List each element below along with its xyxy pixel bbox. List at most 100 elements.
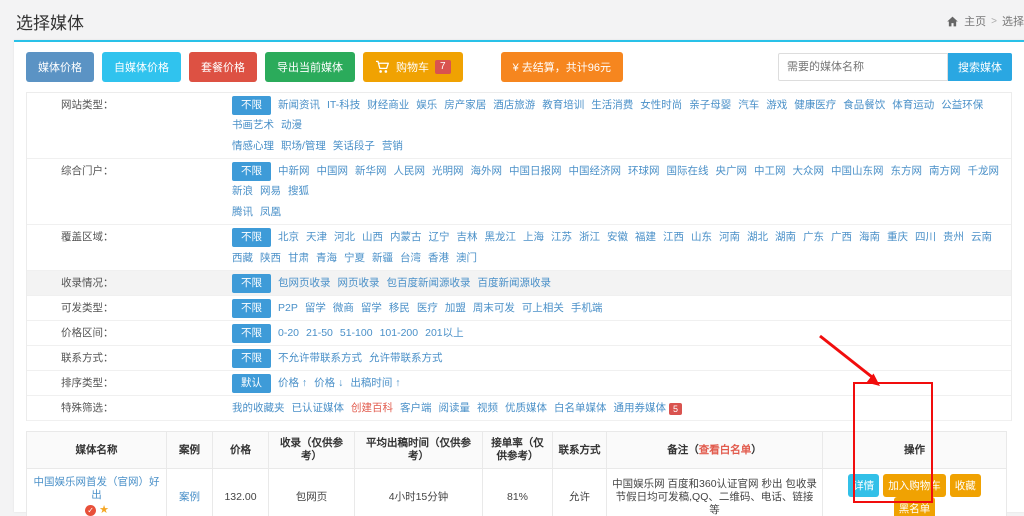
filter-option[interactable]: 上海 — [523, 228, 544, 247]
filter-option[interactable]: 房产家居 — [444, 96, 486, 115]
self-media-price-button[interactable]: 自媒体价格 — [102, 52, 181, 82]
filter-option[interactable]: 西藏 — [232, 249, 253, 268]
filter-option[interactable]: 四川 — [915, 228, 936, 247]
filter-option[interactable]: 宁夏 — [344, 249, 365, 268]
filter-option[interactable]: 包网页收录 — [278, 274, 331, 293]
filter-option[interactable]: 南方网 — [929, 162, 961, 181]
filter-option[interactable]: 价格 ↑ — [278, 374, 307, 393]
filter-option[interactable]: 云南 — [971, 228, 992, 247]
filter-option[interactable]: 河南 — [719, 228, 740, 247]
filter-chip-selected[interactable]: 不限 — [232, 299, 271, 318]
filter-option[interactable]: 健康医疗 — [794, 96, 836, 115]
filter-option[interactable]: 手机端 — [571, 299, 603, 318]
filter-option[interactable]: 湖南 — [775, 228, 796, 247]
filter-option[interactable]: 香港 — [428, 249, 449, 268]
breadcrumb-home[interactable]: 主页 — [964, 13, 986, 29]
filter-option[interactable]: 价格 ↓ — [314, 374, 343, 393]
filter-option[interactable]: 加盟 — [445, 299, 466, 318]
filter-option[interactable]: 营销 — [382, 137, 403, 156]
filter-option[interactable]: 出稿时间 ↑ — [350, 374, 400, 393]
media-price-button[interactable]: 媒体价格 — [26, 52, 94, 82]
filter-option[interactable]: 中工网 — [754, 162, 786, 181]
filter-option[interactable]: 中新网 — [278, 162, 310, 181]
filter-option[interactable]: 视频 — [477, 399, 498, 418]
cart-button[interactable]: 购物车7 — [363, 52, 463, 82]
filter-chip-selected[interactable]: 不限 — [232, 324, 271, 343]
filter-option[interactable]: 人民网 — [394, 162, 426, 181]
filter-option[interactable]: 重庆 — [887, 228, 908, 247]
filter-chip-selected[interactable]: 不限 — [232, 349, 271, 368]
filter-option[interactable]: 搜狐 — [288, 182, 309, 201]
filter-option[interactable]: 职场/管理 — [281, 137, 326, 156]
filter-option[interactable]: 安徽 — [607, 228, 628, 247]
filter-option[interactable]: 中国网 — [317, 162, 349, 181]
filter-option[interactable]: 腾讯 — [232, 203, 253, 222]
checkout-button[interactable]: ¥ 去结算，共计96元 — [501, 52, 623, 82]
filter-option[interactable]: 创建百科 — [351, 399, 393, 418]
filter-option[interactable]: 汽车 — [738, 96, 759, 115]
filter-chip-selected[interactable]: 不限 — [232, 228, 271, 247]
filter-option[interactable]: 阅读量 — [439, 399, 471, 418]
filter-option[interactable]: 公益环保 — [941, 96, 983, 115]
filter-option[interactable]: 客户端 — [400, 399, 432, 418]
filter-option[interactable]: 东方网 — [891, 162, 923, 181]
filter-option[interactable]: 21-50 — [306, 324, 333, 343]
filter-option[interactable]: 动漫 — [281, 116, 302, 135]
filter-option[interactable]: 周末可发 — [473, 299, 515, 318]
detail-button[interactable]: 详情 — [848, 474, 879, 497]
filter-option[interactable]: 已认证媒体 — [292, 399, 345, 418]
filter-option[interactable]: 允许带联系方式 — [369, 349, 443, 368]
filter-option[interactable]: 网页收录 — [338, 274, 380, 293]
filter-option[interactable]: 通用券媒体5 — [614, 399, 683, 418]
filter-option[interactable]: 可上相关 — [522, 299, 564, 318]
filter-option[interactable]: 微商 — [333, 299, 354, 318]
filter-option[interactable]: 教育培训 — [542, 96, 584, 115]
search-media-button[interactable]: 搜索媒体 — [948, 53, 1012, 81]
filter-option[interactable]: 山东 — [691, 228, 712, 247]
filter-option[interactable]: 澳门 — [456, 249, 477, 268]
filter-option[interactable]: 河北 — [334, 228, 355, 247]
filter-option[interactable]: 国际在线 — [667, 162, 709, 181]
filter-option[interactable]: 大众网 — [793, 162, 825, 181]
filter-option[interactable]: 青海 — [316, 249, 337, 268]
filter-option[interactable]: 广东 — [803, 228, 824, 247]
filter-option[interactable]: 我的收藏夹 — [232, 399, 285, 418]
filter-option[interactable]: 凤凰 — [260, 203, 281, 222]
filter-option[interactable]: 北京 — [278, 228, 299, 247]
filter-option[interactable]: 中国经济网 — [569, 162, 622, 181]
filter-option[interactable]: 江西 — [663, 228, 684, 247]
filter-option[interactable]: 网易 — [260, 182, 281, 201]
filter-option[interactable]: 新华网 — [355, 162, 387, 181]
filter-option[interactable]: 百度新闻源收录 — [478, 274, 552, 293]
filter-option[interactable]: 白名单媒体 — [554, 399, 607, 418]
case-link[interactable]: 案例 — [179, 491, 200, 503]
filter-option[interactable]: 医疗 — [417, 299, 438, 318]
filter-option[interactable]: 情感心理 — [232, 137, 274, 156]
filter-option[interactable]: 酒店旅游 — [493, 96, 535, 115]
filter-option[interactable]: 优质媒体 — [505, 399, 547, 418]
filter-option[interactable]: 生活消费 — [591, 96, 633, 115]
filter-option[interactable]: 吉林 — [457, 228, 478, 247]
filter-chip-selected[interactable]: 不限 — [232, 162, 271, 181]
filter-option[interactable]: 海南 — [859, 228, 880, 247]
filter-option[interactable]: 山西 — [362, 228, 383, 247]
filter-option[interactable]: 浙江 — [579, 228, 600, 247]
filter-option[interactable]: 台湾 — [400, 249, 421, 268]
filter-option[interactable]: 亲子母婴 — [689, 96, 731, 115]
filter-option[interactable]: 新闻资讯 — [278, 96, 320, 115]
filter-option[interactable]: 福建 — [635, 228, 656, 247]
media-name-link[interactable]: 中国娱乐网首发（官网）好出 — [34, 476, 160, 501]
filter-option[interactable]: 陕西 — [260, 249, 281, 268]
filter-option[interactable]: IT-科技 — [327, 96, 360, 115]
filter-option[interactable]: 新浪 — [232, 182, 253, 201]
view-whitelist-link[interactable]: 查看白名单 — [699, 444, 752, 456]
filter-option[interactable]: 书画艺术 — [232, 116, 274, 135]
filter-option[interactable]: P2P — [278, 299, 298, 318]
filter-option[interactable]: 移民 — [389, 299, 410, 318]
filter-option[interactable]: 中国山东网 — [831, 162, 884, 181]
filter-option[interactable]: 娱乐 — [416, 96, 437, 115]
package-price-button[interactable]: 套餐价格 — [189, 52, 257, 82]
filter-option[interactable]: 江苏 — [551, 228, 572, 247]
filter-option[interactable]: 央广网 — [716, 162, 748, 181]
filter-option[interactable]: 环球网 — [628, 162, 660, 181]
